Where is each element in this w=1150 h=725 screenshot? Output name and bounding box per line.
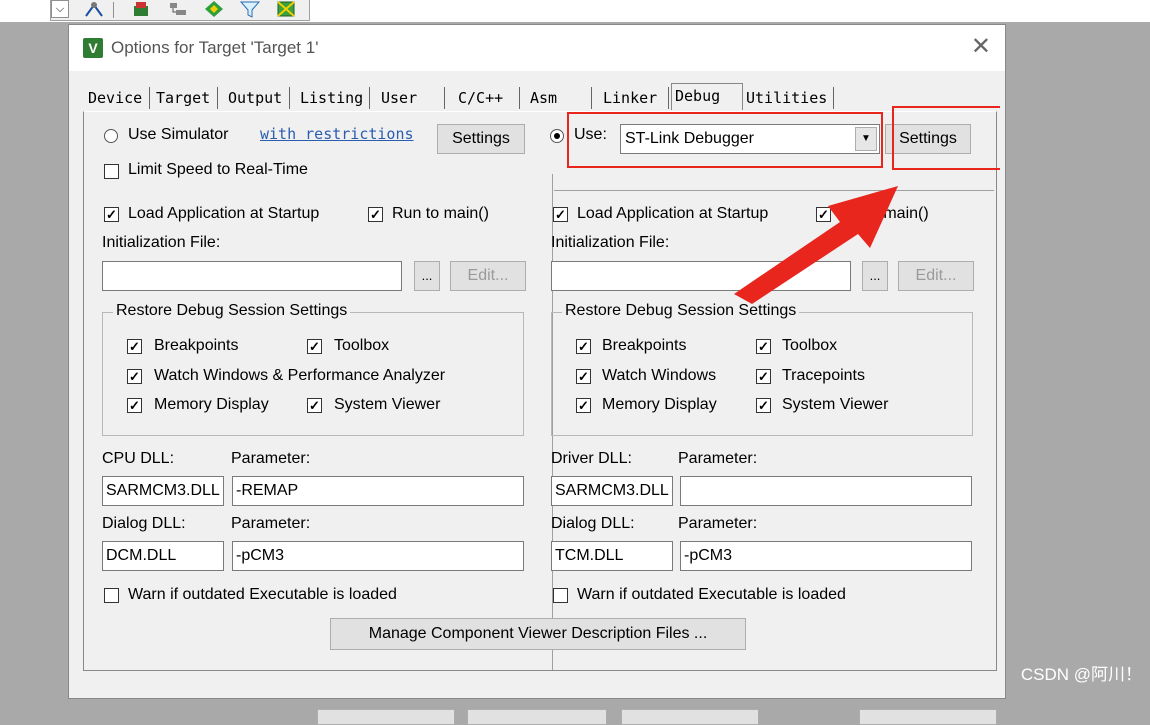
left-warn-checkbox[interactable] xyxy=(104,588,119,603)
driver-dll-input[interactable]: SARMCM3.DLL xyxy=(551,476,673,506)
tab-user[interactable]: User xyxy=(378,87,445,109)
toolbar-load-icon[interactable] xyxy=(131,0,153,18)
window-title: Options for Target 'Target 1' xyxy=(111,38,319,57)
right-init-file-label: Initialization File: xyxy=(551,234,670,251)
toolbar-filter-icon[interactable] xyxy=(239,0,261,18)
left-edit-button[interactable]: Edit... xyxy=(450,261,526,291)
left-toolbox-label: Toolbox xyxy=(334,337,390,354)
tab-target[interactable]: Target xyxy=(153,87,218,109)
left-restore-group: Restore Debug Session Settings ✓ Breakpo… xyxy=(102,302,524,436)
right-watch-checkbox[interactable]: ✓ xyxy=(576,369,591,384)
manage-component-viewer-button[interactable]: Manage Component Viewer Description File… xyxy=(330,618,746,650)
left-restore-group-label: Restore Debug Session Settings xyxy=(113,302,351,320)
use-simulator-label: Use Simulator xyxy=(128,126,229,143)
right-memory-checkbox[interactable]: ✓ xyxy=(576,398,591,413)
cpu-dll-label: CPU DLL: xyxy=(102,450,175,467)
tab-debug[interactable]: Debug xyxy=(671,83,743,110)
left-toolbox-checkbox[interactable]: ✓ xyxy=(307,339,322,354)
driver-param-input[interactable] xyxy=(680,476,972,506)
toolbar-group: ⌵ xyxy=(50,0,310,21)
right-load-app-checkbox[interactable]: ✓ xyxy=(553,207,568,222)
left-watch-checkbox[interactable]: ✓ xyxy=(127,369,142,384)
ok-button-partial[interactable] xyxy=(317,709,455,725)
defaults-button-partial[interactable] xyxy=(621,709,759,725)
tab-utilities[interactable]: Utilities xyxy=(743,87,834,109)
right-dialog-param-input[interactable]: -pCM3 xyxy=(680,541,972,571)
right-memory-label: Memory Display xyxy=(602,396,717,413)
right-warn-checkbox[interactable] xyxy=(553,588,568,603)
highlight-box-settings xyxy=(892,106,1000,170)
right-watch-label: Watch Windows xyxy=(602,367,717,384)
with-restrictions-link[interactable]: with restrictions xyxy=(260,125,414,143)
left-dialog-param-input[interactable]: -pCM3 xyxy=(232,541,524,571)
left-dialog-param-label: Parameter: xyxy=(231,515,311,532)
limit-speed-label: Limit Speed to Real-Time xyxy=(128,161,308,178)
right-toolbox-label: Toolbox xyxy=(782,337,838,354)
use-debugger-radio[interactable] xyxy=(550,129,564,143)
left-load-app-label: Load Application at Startup xyxy=(128,205,320,222)
left-breakpoints-label: Breakpoints xyxy=(154,337,239,354)
simulator-settings-button[interactable]: Settings xyxy=(437,124,525,154)
left-memory-checkbox[interactable]: ✓ xyxy=(127,398,142,413)
right-system-viewer-checkbox[interactable]: ✓ xyxy=(756,398,771,413)
toolbar-dropdown-chevron-icon[interactable]: ⌵ xyxy=(51,0,69,18)
right-dialog-dll-input[interactable]: TCM.DLL xyxy=(551,541,673,571)
title-bar: V Options for Target 'Target 1' ✕ xyxy=(69,25,1005,71)
cpu-dll-input[interactable]: SARMCM3.DLL xyxy=(102,476,224,506)
use-simulator-radio[interactable] xyxy=(104,129,118,143)
toolbar-manage-icon[interactable] xyxy=(167,0,189,18)
cpu-param-input[interactable]: -REMAP xyxy=(232,476,524,506)
right-tracepoints-label: Tracepoints xyxy=(782,367,865,384)
right-toolbox-checkbox[interactable]: ✓ xyxy=(756,339,771,354)
left-dialog-dll-input[interactable]: DCM.DLL xyxy=(102,541,224,571)
left-warn-label: Warn if outdated Executable is loaded xyxy=(128,586,397,603)
driver-param-label: Parameter: xyxy=(678,450,758,467)
tab-device[interactable]: Device xyxy=(85,87,150,109)
right-breakpoints-label: Breakpoints xyxy=(602,337,687,354)
left-system-viewer-label: System Viewer xyxy=(334,396,441,413)
tab-asm[interactable]: Asm xyxy=(527,87,592,109)
options-dialog: V Options for Target 'Target 1' ✕ Device… xyxy=(68,24,1006,725)
left-memory-label: Memory Display xyxy=(154,396,269,413)
keil-uvision-icon: V xyxy=(83,38,103,58)
tab-output[interactable]: Output xyxy=(225,87,290,109)
tab-cpp[interactable]: C/C++ xyxy=(455,87,520,109)
left-init-file-input[interactable] xyxy=(102,261,402,291)
right-restore-group: Restore Debug Session Settings ✓ Breakpo… xyxy=(551,302,973,436)
cpu-param-label: Parameter: xyxy=(231,450,311,467)
red-arrow-annotation xyxy=(734,186,898,304)
left-run-to-main-checkbox[interactable]: ✓ xyxy=(368,207,383,222)
toolbar-packs-icon[interactable] xyxy=(275,0,297,18)
toolbar-component-icon[interactable] xyxy=(203,0,225,18)
left-system-viewer-checkbox[interactable]: ✓ xyxy=(307,398,322,413)
left-run-to-main-label: Run to main() xyxy=(392,205,489,222)
tab-linker[interactable]: Linker xyxy=(600,87,669,109)
limit-speed-checkbox[interactable] xyxy=(104,164,119,179)
top-toolbar: ⌵ xyxy=(0,0,1150,22)
toolbar-tools-icon[interactable] xyxy=(83,0,105,18)
tab-listing[interactable]: Listing xyxy=(297,87,370,109)
left-breakpoints-checkbox[interactable]: ✓ xyxy=(127,339,142,354)
highlight-box-debugger xyxy=(567,112,883,168)
right-dialog-param-label: Parameter: xyxy=(678,515,758,532)
left-watch-label: Watch Windows & Performance Analyzer xyxy=(154,367,446,384)
help-button-partial[interactable] xyxy=(859,709,997,725)
right-system-viewer-label: System Viewer xyxy=(782,396,889,413)
right-warn-label: Warn if outdated Executable is loaded xyxy=(577,586,846,603)
left-dialog-dll-label: Dialog DLL: xyxy=(102,515,186,532)
right-dialog-dll-label: Dialog DLL: xyxy=(551,515,635,532)
left-init-file-label: Initialization File: xyxy=(102,234,221,251)
cancel-button-partial[interactable] xyxy=(467,709,607,725)
right-breakpoints-checkbox[interactable]: ✓ xyxy=(576,339,591,354)
left-load-app-checkbox[interactable]: ✓ xyxy=(104,207,119,222)
close-icon[interactable]: ✕ xyxy=(971,35,991,59)
driver-dll-label: Driver DLL: xyxy=(551,450,632,467)
right-tracepoints-checkbox[interactable]: ✓ xyxy=(756,369,771,384)
left-browse-button[interactable]: ... xyxy=(414,261,440,291)
watermark: CSDN @阿川！ xyxy=(1020,665,1142,684)
